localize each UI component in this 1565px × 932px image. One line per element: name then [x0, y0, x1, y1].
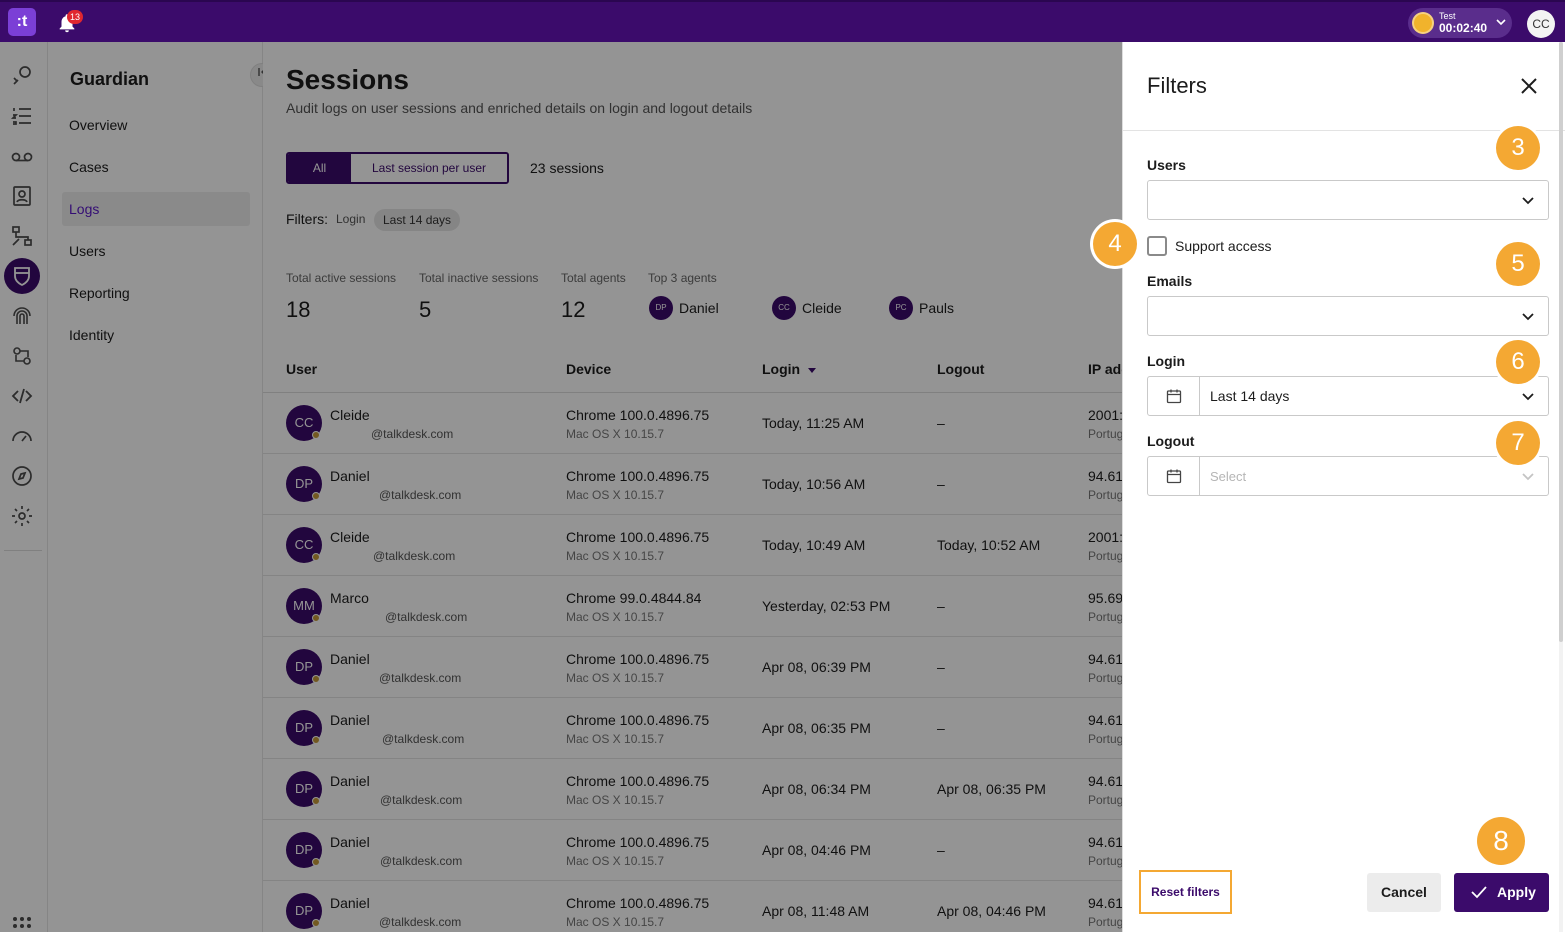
check-icon [1471, 886, 1487, 899]
chevron-down-icon [1522, 393, 1534, 401]
calendar-icon[interactable] [1148, 377, 1200, 415]
user-avatar[interactable]: CC [1527, 10, 1555, 38]
step-badge: 3 [1496, 126, 1540, 170]
step-badge: 7 [1496, 421, 1540, 465]
calendar-icon[interactable] [1148, 457, 1200, 495]
close-icon[interactable] [1517, 74, 1541, 98]
chevron-down-icon [1522, 313, 1534, 321]
step-badge: 5 [1496, 242, 1540, 286]
chevron-down-icon [1522, 473, 1534, 481]
support-access-checkbox[interactable] [1147, 236, 1167, 256]
apply-label: Apply [1497, 884, 1536, 900]
agent-status-dropdown[interactable]: Test 00:02:40 [1408, 8, 1512, 38]
status-timer: 00:02:40 [1439, 21, 1488, 35]
login-date-select[interactable]: Last 14 days [1147, 376, 1549, 416]
panel-divider [1123, 130, 1565, 131]
users-label: Users [1147, 157, 1186, 173]
filters-panel: Filters Users Support access Emails Logi… [1122, 42, 1565, 932]
emails-select[interactable] [1147, 296, 1549, 336]
logout-date-select[interactable]: Select [1147, 456, 1549, 496]
step-badge: 8 [1477, 817, 1525, 865]
users-select[interactable] [1147, 180, 1549, 220]
chevron-down-icon [1522, 197, 1534, 205]
panel-scrollbar[interactable] [1559, 42, 1563, 932]
logout-label: Logout [1147, 433, 1195, 449]
top-bar: :t 13 Test 00:02:40 CC [0, 0, 1565, 42]
scroll-thumb[interactable] [1559, 42, 1563, 642]
apply-button[interactable]: Apply [1454, 873, 1549, 912]
reset-filters-button[interactable]: Reset filters [1139, 870, 1232, 914]
status-icon [1412, 12, 1434, 34]
status-name: Test [1439, 11, 1456, 21]
login-value: Last 14 days [1210, 388, 1290, 404]
modal-backdrop[interactable] [0, 42, 1122, 932]
step-badge: 4 [1093, 222, 1137, 266]
emails-label: Emails [1147, 273, 1193, 289]
support-access-label[interactable]: Support access [1175, 238, 1272, 254]
panel-title: Filters [1147, 73, 1207, 98]
cancel-button[interactable]: Cancel [1367, 873, 1441, 912]
login-label: Login [1147, 353, 1186, 369]
notification-badge: 13 [67, 10, 84, 24]
step-badge: 6 [1496, 340, 1540, 384]
logout-placeholder: Select [1210, 469, 1247, 484]
talkdesk-logo[interactable]: :t [8, 8, 36, 36]
chevron-down-icon [1495, 16, 1507, 31]
